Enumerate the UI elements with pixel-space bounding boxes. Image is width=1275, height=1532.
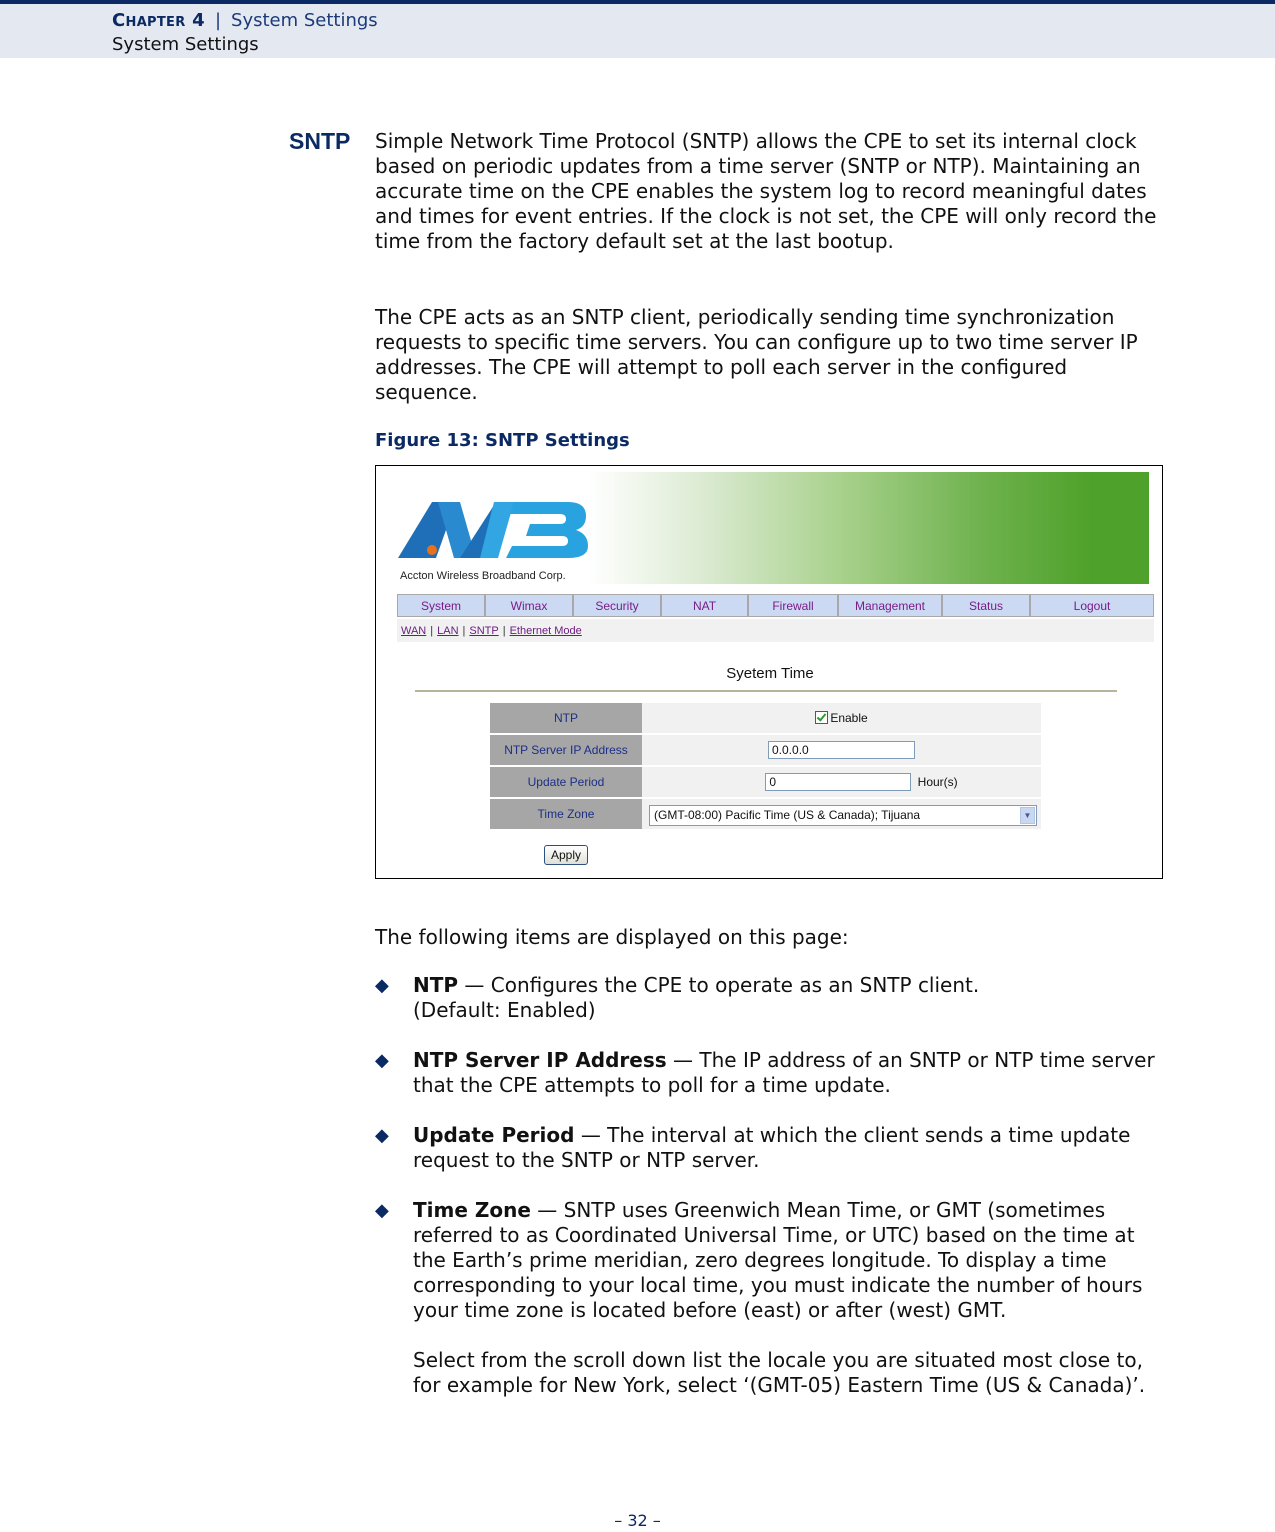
sntp-settings-figure: Accton Wireless Broadband Corp. System W… [375, 465, 1163, 879]
time-zone-select[interactable]: (GMT-08:00) Pacific Time (US & Canada); … [649, 805, 1037, 826]
figure-caption: Figure 13: SNTP Settings [375, 430, 630, 451]
update-period-unit: Hour(s) [917, 775, 958, 789]
time-zone-label: Time Zone [490, 798, 642, 831]
time-zone-value: (GMT-08:00) Pacific Time (US & Canada); … [654, 808, 921, 822]
update-period-cell: Hour(s) [642, 766, 1041, 799]
page-number: – 32 – [614, 1511, 661, 1530]
subnav-ethernet-mode[interactable]: Ethernet Mode [510, 625, 582, 637]
ntp-enable-checkbox[interactable] [815, 711, 829, 724]
timezone-row: Time Zone (GMT-08:00) Pacific Time (US &… [490, 798, 1041, 831]
ntp-label: NTP [490, 703, 642, 735]
subnav-separator: | [502, 624, 506, 637]
title-divider [415, 690, 1117, 692]
chevron-down-icon[interactable]: ▼ [1020, 807, 1035, 824]
nav-logout[interactable]: Logout [1031, 595, 1153, 616]
header-separator: | [214, 10, 222, 31]
header-banner [589, 472, 1149, 584]
diamond-bullet-icon: ◆ [375, 1050, 389, 1071]
panel-title: Syetem Time [726, 665, 814, 682]
list-item: ◆ NTP — Configures the CPE to operate as… [375, 973, 1053, 1023]
update-period-label: Update Period [490, 766, 642, 799]
ntp-row: NTP Enable [490, 703, 1041, 735]
ntp-value-cell: Enable [642, 703, 1041, 735]
nav-management[interactable]: Management [839, 595, 943, 616]
item-list: ◆ NTP — Configures the CPE to operate as… [375, 973, 1165, 1423]
list-item: ◆ Update Period — The interval at which … [375, 1123, 1165, 1173]
item-term: NTP Server IP Address [413, 1048, 667, 1072]
section-label: SNTP [289, 128, 351, 154]
nav-firewall[interactable]: Firewall [749, 595, 839, 616]
chapter-label: Chapter 4 [112, 10, 205, 31]
diamond-bullet-icon: ◆ [375, 1200, 389, 1221]
apply-button[interactable]: Apply [544, 845, 588, 865]
logo-tagline: Accton Wireless Broadband Corp. [400, 570, 566, 582]
item-term: Update Period [413, 1123, 575, 1147]
list-item: ◆ NTP Server IP Address — The IP address… [375, 1048, 1165, 1098]
diamond-bullet-icon: ◆ [375, 975, 389, 996]
server-ip-cell [642, 734, 1041, 767]
update-period-input[interactable] [765, 773, 912, 791]
list-item: ◆ Time Zone — SNTP uses Greenwich Mean T… [375, 1198, 1165, 1398]
subnav-wan[interactable]: WAN [401, 625, 426, 637]
intro-paragraph: Simple Network Time Protocol (SNTP) allo… [375, 129, 1157, 253]
period-row: Update Period Hour(s) [490, 766, 1041, 799]
sntp-form: NTP Enable NTP Server IP Address Update … [490, 703, 1041, 831]
subnav-lan[interactable]: LAN [437, 625, 458, 637]
subnav-separator: | [462, 624, 466, 637]
chapter-title: System Settings [231, 10, 378, 31]
diamond-bullet-icon: ◆ [375, 1125, 389, 1146]
time-zone-cell: (GMT-08:00) Pacific Time (US & Canada); … [642, 798, 1041, 831]
sub-nav: WAN | LAN | SNTP | Ethernet Mode [397, 619, 1154, 642]
item-term: Time Zone [413, 1198, 531, 1222]
subnav-separator: | [430, 624, 434, 637]
main-nav: System Wimax Security NAT Firewall Manag… [397, 594, 1154, 617]
server-ip-input[interactable] [768, 741, 915, 759]
client-paragraph: The CPE acts as an SNTP client, periodic… [375, 305, 1138, 404]
server-row: NTP Server IP Address [490, 734, 1041, 767]
section-title: System Settings [112, 34, 259, 55]
item-term: NTP [413, 973, 459, 997]
ntp-enable-label: Enable [830, 711, 868, 725]
subnav-sntp[interactable]: SNTP [469, 625, 498, 637]
item-description: — Configures the CPE to operate as an SN… [413, 973, 980, 1022]
nav-security[interactable]: Security [574, 595, 662, 616]
nav-wimax[interactable]: Wimax [486, 595, 574, 616]
nav-system[interactable]: System [398, 595, 486, 616]
server-ip-label: NTP Server IP Address [490, 734, 642, 767]
nav-nat[interactable]: NAT [662, 595, 749, 616]
items-intro: The following items are displayed on thi… [375, 925, 849, 949]
page-header: Chapter 4 | System Settings System Setting… [0, 0, 1275, 58]
chapter-heading: Chapter 4 | System Settings [112, 10, 378, 31]
item-extra-text: Select from the scroll down list the loc… [413, 1348, 1146, 1397]
nav-status[interactable]: Status [943, 595, 1031, 616]
